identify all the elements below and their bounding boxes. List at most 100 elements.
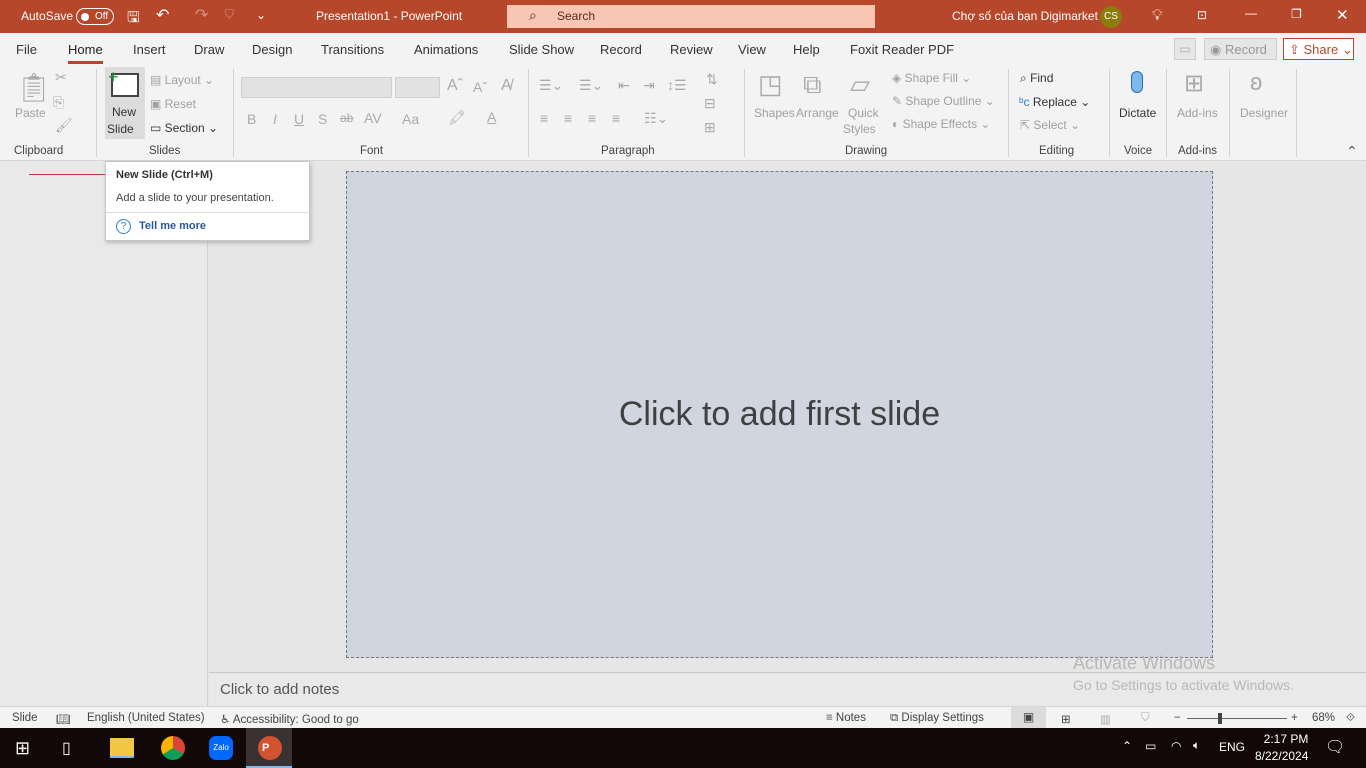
restore-icon[interactable]: ❐ [1291, 7, 1302, 21]
character-spacing-button[interactable]: AV [364, 110, 382, 126]
tab-animations[interactable]: Animations [414, 42, 478, 57]
paste-button[interactable]: Paste [15, 106, 46, 120]
numbering-icon[interactable]: ☰⌄ [579, 77, 603, 94]
ribbon-display-icon[interactable]: ⊡ [1197, 8, 1207, 22]
layout-button[interactable]: ▤ Layout ⌄ [150, 73, 214, 87]
show-hidden-icons[interactable]: ⌃ [1122, 739, 1132, 753]
language-button[interactable]: English (United States) [87, 712, 205, 724]
cut-icon[interactable]: ✂ [55, 69, 67, 86]
tab-insert[interactable]: Insert [133, 42, 166, 57]
zoom-slider[interactable] [1187, 713, 1287, 724]
grow-font-icon[interactable]: Aˆ [447, 77, 463, 95]
customize-toolbar-icon[interactable]: ⌄ [256, 8, 266, 22]
zoom-out-button[interactable]: − [1174, 712, 1181, 724]
record-button[interactable]: ◉ Record [1204, 38, 1277, 60]
tab-draw[interactable]: Draw [194, 42, 224, 57]
align-center-icon[interactable]: ≡ [564, 110, 572, 126]
date[interactable]: 8/22/2024 [1255, 749, 1308, 763]
new-slide-button[interactable]: + New Slide [105, 67, 145, 139]
tab-transitions[interactable]: Transitions [321, 42, 384, 57]
slide-canvas[interactable]: Click to add first slide [346, 171, 1213, 658]
minimize-icon[interactable]: — [1245, 6, 1257, 20]
shape-effects-button[interactable]: ◐ Shape Effects ⌄ [892, 117, 990, 131]
redo-icon[interactable]: ↷ [195, 5, 208, 25]
zoom-in-button[interactable]: + [1291, 712, 1298, 724]
spelling-icon[interactable]: 📖︎ [56, 712, 71, 726]
tell-me-more-link[interactable]: Tell me more [139, 220, 206, 232]
font-size-dropdown[interactable] [395, 77, 440, 98]
smartart-icon[interactable]: ⊞ [704, 119, 716, 136]
font-color-icon[interactable]: A [487, 109, 496, 125]
lightbulb-icon[interactable]: 💡︎ [1152, 7, 1163, 24]
zoom-slider-thumb[interactable] [1218, 713, 1222, 724]
tab-help[interactable]: Help [793, 42, 820, 57]
columns-icon[interactable]: ☷⌄ [644, 110, 668, 127]
zoom-level[interactable]: 68% [1312, 712, 1335, 724]
undo-icon[interactable]: ↶ [156, 5, 169, 25]
underline-button[interactable]: U [294, 111, 304, 127]
shrink-font-icon[interactable]: Aˇ [473, 79, 487, 95]
avatar[interactable]: CS [1100, 6, 1122, 28]
comments-button[interactable]: ▭ [1174, 38, 1196, 60]
normal-view-button[interactable]: ▣ [1011, 707, 1046, 728]
tab-design[interactable]: Design [252, 42, 292, 57]
windows-start-icon[interactable]: ⊞ [15, 738, 30, 759]
tab-review[interactable]: Review [670, 42, 713, 57]
shadow-button[interactable]: S [318, 111, 327, 127]
italic-button[interactable]: I [273, 111, 277, 127]
select-button[interactable]: ⇱ Select ⌄ [1020, 118, 1080, 132]
chrome-icon[interactable] [161, 736, 185, 760]
section-button[interactable]: ▭ Section ⌄ [150, 121, 218, 135]
align-right-icon[interactable]: ≡ [588, 110, 596, 126]
autosave-toggle[interactable]: Off [76, 8, 114, 25]
slide-sorter-button[interactable]: ⊞ [1061, 712, 1071, 726]
tab-view[interactable]: View [738, 42, 766, 57]
display-settings-button[interactable]: ⧉ Display Settings [890, 712, 984, 725]
line-spacing-icon[interactable]: ↕☰ [667, 77, 687, 94]
highlight-icon[interactable]: 🖍︎ [448, 109, 466, 126]
action-center-icon[interactable]: 🗨︎ [1325, 737, 1345, 757]
user-name[interactable]: Chợ số của bạn Digimarket [952, 9, 1098, 23]
tab-foxit[interactable]: Foxit Reader PDF [850, 42, 954, 57]
arrange-button[interactable]: Arrange [796, 106, 839, 120]
tab-slide-show[interactable]: Slide Show [509, 42, 574, 57]
shape-fill-button[interactable]: ◈ Shape Fill ⌄ [892, 71, 971, 85]
format-painter-icon[interactable]: 🖌︎ [55, 117, 73, 134]
tab-record[interactable]: Record [600, 42, 642, 57]
battery-icon[interactable]: ▭ [1145, 739, 1156, 753]
font-family-dropdown[interactable] [241, 77, 392, 98]
designer-button[interactable]: Designer [1240, 106, 1288, 120]
task-view-icon[interactable]: ▯ [62, 738, 71, 758]
tab-home[interactable]: Home [68, 42, 103, 64]
search-box[interactable]: ⌕ Search [507, 5, 875, 28]
present-icon[interactable]: ⛉ [225, 7, 234, 22]
find-button[interactable]: ⌕ Find [1020, 71, 1053, 86]
decrease-indent-icon[interactable]: ⇤ [618, 77, 630, 94]
share-button[interactable]: ⇪ Share ⌄ [1283, 38, 1354, 60]
increase-indent-icon[interactable]: ⇥ [643, 77, 655, 94]
wifi-icon[interactable]: ◠ [1171, 739, 1181, 753]
quick-styles-button[interactable]: Quick [848, 106, 879, 120]
fit-to-window-icon[interactable]: ⟐ [1346, 712, 1355, 725]
slide-thumbnail-pane[interactable] [0, 161, 208, 706]
addins-button[interactable]: Add-ins [1177, 106, 1218, 120]
powerpoint-taskbar-button[interactable]: P [246, 728, 292, 768]
clock[interactable]: 2:17 PM [1263, 732, 1309, 746]
zalo-icon[interactable]: Zalo [209, 736, 233, 760]
slideshow-button[interactable]: ⛉ [1141, 712, 1150, 725]
align-left-icon[interactable]: ≡ [540, 110, 548, 126]
justify-icon[interactable]: ≡ [612, 110, 620, 126]
tab-file[interactable]: File [16, 42, 37, 57]
file-explorer-icon[interactable] [110, 738, 134, 758]
bold-button[interactable]: B [247, 111, 256, 127]
shapes-button[interactable]: Shapes [754, 106, 795, 120]
save-icon[interactable]: 🖫 [127, 7, 140, 32]
change-case-button[interactable]: Aa [402, 111, 419, 127]
align-text-icon[interactable]: ⊟ [704, 95, 716, 112]
strikethrough-button[interactable]: ab [340, 111, 353, 125]
volume-icon[interactable]: 🔈︎ [1193, 738, 1200, 753]
bullets-icon[interactable]: ☰⌄ [539, 77, 563, 94]
close-icon[interactable]: ✕ [1336, 6, 1349, 24]
text-direction-icon[interactable]: ⇅ [706, 71, 718, 88]
reset-button[interactable]: ▣ Reset [150, 97, 196, 111]
